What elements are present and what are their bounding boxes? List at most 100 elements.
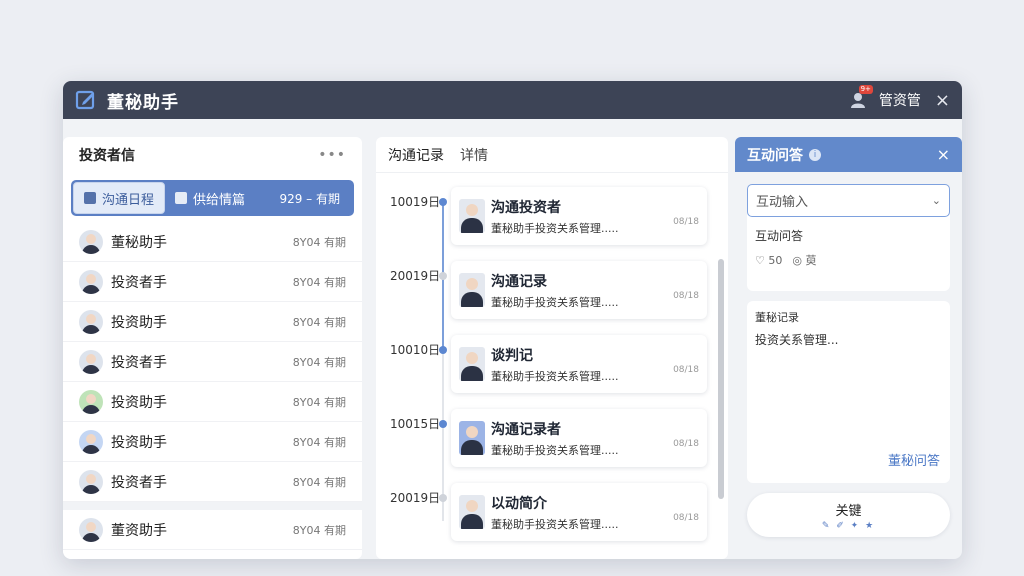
avatar bbox=[79, 349, 103, 374]
notification-badge: 9+ bbox=[858, 85, 873, 94]
like-count[interactable]: ♡ 50 bbox=[755, 254, 782, 267]
close-panel-button[interactable]: × bbox=[937, 145, 950, 164]
tab-label: 供给情篇 bbox=[193, 192, 246, 208]
investor-date: 8Y04 有期 bbox=[292, 315, 346, 329]
record-card[interactable]: 沟通记录者 董秘助手投资关系管理..... 08/18 bbox=[451, 409, 707, 467]
app-window: 董秘助手 9+ 管资管 × 投资者信 ••• 沟通日程 供给情篇 929 – 有… bbox=[63, 81, 962, 559]
communication-panel: 沟通记录 详情 10019日 沟通投资者 董秘助手投资关系管理..... 08/… bbox=[376, 137, 728, 559]
avatar bbox=[459, 421, 485, 455]
investor-name: 董秘助手 bbox=[111, 234, 167, 251]
record-title: 沟通记录 bbox=[491, 273, 547, 290]
key-button[interactable]: 关键 ✎ ✐ ✦ ★ bbox=[747, 493, 950, 537]
title-bar: 董秘助手 9+ 管资管 × bbox=[63, 81, 962, 119]
record-card[interactable]: 谈判记 董秘助手投资关系管理..... 08/18 bbox=[451, 335, 707, 393]
edit-icon bbox=[75, 90, 95, 110]
record-desc: 董秘助手投资关系管理..... bbox=[491, 369, 619, 383]
qa-stats: ♡ 50 ◎ 萸 bbox=[747, 244, 950, 268]
list-item[interactable]: 投资者手 8Y04 有期 bbox=[63, 342, 362, 382]
timeline-entry: 10019日 沟通投资者 董秘助手投资关系管理..... 08/18 bbox=[376, 187, 728, 245]
investor-date: 8Y04 有期 bbox=[292, 475, 346, 489]
tab-label: 沟通日程 bbox=[102, 192, 155, 208]
tab-details[interactable]: 详情 bbox=[460, 145, 488, 165]
avatar bbox=[79, 389, 103, 414]
qa-header: 互动问答 i × bbox=[735, 137, 962, 172]
avatar bbox=[459, 495, 485, 529]
record-meta: 08/18 bbox=[673, 365, 699, 375]
investor-date: 8Y04 有期 bbox=[292, 275, 346, 289]
qa-panel: 互动问答 i × 互动输入 ⌄ 互动问答 ♡ 50 ◎ 萸 董秘记录 投资关系管… bbox=[735, 137, 962, 559]
investor-panel: 投资者信 ••• 沟通日程 供给情篇 929 – 有期 董秘助手 8Y04 有期… bbox=[63, 137, 362, 559]
close-window-button[interactable]: × bbox=[935, 90, 950, 111]
scrollbar[interactable] bbox=[718, 259, 724, 499]
divider bbox=[63, 502, 362, 510]
entry-date: 10015日 bbox=[390, 417, 441, 431]
timeline-dot bbox=[439, 420, 447, 428]
list-item[interactable]: 董秘助手 8Y04 有期 bbox=[63, 222, 362, 262]
avatar bbox=[79, 309, 103, 334]
avatar bbox=[79, 229, 103, 254]
record-title: 沟通投资者 bbox=[491, 199, 561, 216]
timeline-entry: 10015日 沟通记录者 董秘助手投资关系管理..... 08/18 bbox=[376, 409, 728, 467]
list-item[interactable]: 投资者手 8Y04 有期 bbox=[63, 462, 362, 502]
avatar bbox=[79, 429, 103, 454]
investor-date: 8Y04 有期 bbox=[292, 435, 346, 449]
calendar-icon bbox=[84, 192, 96, 204]
record-meta: 08/18 bbox=[673, 439, 699, 449]
avatar bbox=[459, 199, 485, 233]
qa-title: 互动问答 bbox=[747, 147, 803, 164]
investor-name: 投资助手 bbox=[111, 314, 167, 331]
panel-title: 投资者信 bbox=[79, 148, 135, 164]
record-card[interactable]: 以动简介 董秘助手投资关系管理..... 08/18 bbox=[451, 483, 707, 541]
timeline-entry: 20019日 沟通记录 董秘助手投资关系管理..... 08/18 bbox=[376, 261, 728, 319]
record-meta: 08/18 bbox=[673, 217, 699, 227]
list-item[interactable]: 投资助手 8Y04 有期 bbox=[63, 382, 362, 422]
list-item[interactable]: 投资助手 8Y04 有期 bbox=[63, 422, 362, 462]
tab-schedule[interactable]: 沟通日程 bbox=[73, 182, 166, 214]
qa-input-card: 互动输入 ⌄ 互动问答 ♡ 50 ◎ 萸 bbox=[747, 184, 950, 291]
list-item[interactable]: 投资者手 8Y04 有期 bbox=[63, 262, 362, 302]
investor-name: 投资助手 bbox=[111, 394, 167, 411]
notification-button[interactable]: 9+ bbox=[849, 85, 873, 110]
tab-records[interactable]: 沟通记录 bbox=[388, 145, 444, 165]
more-menu-icon[interactable]: ••• bbox=[318, 147, 346, 163]
entry-date: 10010日 bbox=[390, 343, 441, 357]
investor-name: 投资助手 bbox=[111, 434, 167, 451]
avatar bbox=[459, 273, 485, 307]
timeline-dot bbox=[439, 494, 447, 502]
investor-list: 董秘助手 8Y04 有期 投资者手 8Y04 有期 投资助手 8Y04 有期 投… bbox=[63, 222, 362, 550]
investor-name: 投资者手 bbox=[111, 474, 167, 491]
entry-date: 20019日 bbox=[390, 491, 441, 505]
record-card[interactable]: 沟通投资者 董秘助手投资关系管理..... 08/18 bbox=[451, 187, 707, 245]
tab-supply[interactable]: 供给情篇 bbox=[165, 182, 255, 214]
toolbar-icons: ✎ ✐ ✦ ★ bbox=[821, 520, 876, 531]
record-desc: 董秘助手投资关系管理..... bbox=[491, 517, 619, 531]
list-item[interactable]: 投资助手 8Y04 有期 bbox=[63, 302, 362, 342]
grid-icon bbox=[175, 192, 188, 204]
avatar bbox=[79, 517, 103, 542]
investor-date: 8Y04 有期 bbox=[292, 355, 346, 369]
qa-subtitle: 互动问答 bbox=[755, 229, 804, 243]
user-label[interactable]: 管资管 bbox=[879, 90, 921, 110]
select-value: 互动输入 bbox=[756, 195, 809, 210]
investor-name: 投资者手 bbox=[111, 354, 167, 371]
app-title: 董秘助手 bbox=[107, 92, 179, 113]
investor-name: 投资者手 bbox=[111, 274, 167, 291]
record-card[interactable]: 沟通记录 董秘助手投资关系管理..... 08/18 bbox=[451, 261, 707, 319]
info-icon[interactable]: i bbox=[809, 148, 821, 161]
record-title: 沟通记录者 bbox=[491, 421, 561, 438]
qa-select[interactable]: 互动输入 ⌄ bbox=[747, 184, 950, 217]
investor-panel-header: 投资者信 ••• bbox=[63, 137, 362, 173]
avatar bbox=[459, 347, 485, 381]
timeline-dot bbox=[439, 198, 447, 206]
qa-link[interactable]: 董秘问答 bbox=[888, 450, 940, 469]
avatar bbox=[79, 269, 103, 294]
communication-header: 沟通记录 详情 bbox=[376, 137, 728, 173]
button-label: 关键 bbox=[835, 503, 862, 519]
timeline-entry: 10010日 谈判记 董秘助手投资关系管理..... 08/18 bbox=[376, 335, 728, 393]
investor-name: 董资助手 bbox=[111, 522, 167, 539]
date-range[interactable]: 929 – 有期 bbox=[279, 190, 352, 207]
list-item[interactable]: 董资助手 8Y04 有期 bbox=[63, 510, 362, 550]
note-text[interactable]: 投资关系管理... bbox=[755, 331, 942, 348]
note-card: 董秘记录 投资关系管理... 董秘问答 bbox=[747, 301, 950, 483]
investor-date: 8Y04 有期 bbox=[292, 235, 346, 249]
